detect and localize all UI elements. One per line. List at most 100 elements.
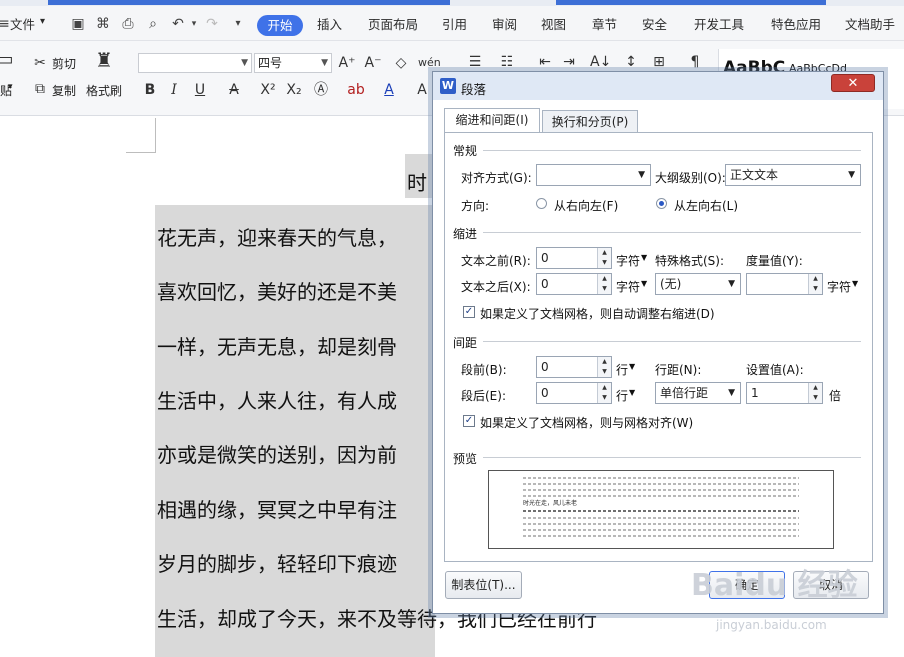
tab-developer[interactable]: 开发工具	[694, 14, 744, 33]
space-before-spinner[interactable]: 0 ▲ ▼	[536, 356, 612, 378]
shrink-font-icon[interactable]: A⁻	[364, 54, 382, 72]
auto-right-indent-label[interactable]: 如果定义了文档网格，则自动调整右缩进(D)	[480, 305, 715, 322]
alignment-select[interactable]: ▼	[536, 164, 651, 186]
doc-paragraph-line[interactable]: 亦或是微笑的送别，因为前	[157, 439, 397, 468]
show-marks-icon[interactable]: ¶	[686, 53, 704, 71]
decrease-indent-icon[interactable]: ⇤	[536, 53, 554, 71]
spin-down-icon[interactable]: ▼	[598, 284, 611, 294]
chevron-down-icon[interactable]: ▼	[852, 279, 858, 288]
spinner-buttons[interactable]: ▲ ▼	[597, 248, 611, 268]
customize-icon[interactable]: ▾	[230, 16, 246, 32]
spin-down-icon[interactable]: ▼	[809, 393, 822, 403]
font-color-icon[interactable]: A	[380, 81, 398, 99]
rtl-label[interactable]: 从右向左(F)	[554, 197, 618, 214]
space-before-unit[interactable]: 行	[616, 361, 628, 378]
char-border-icon[interactable]: A	[414, 81, 430, 99]
save-icon[interactable]: ▣	[70, 16, 86, 32]
spin-down-icon[interactable]: ▼	[598, 258, 611, 268]
indent-after-spinner[interactable]: 0 ▲ ▼	[536, 273, 612, 295]
spinner-buttons[interactable]: ▲ ▼	[597, 383, 611, 403]
spin-down-icon[interactable]: ▼	[809, 284, 822, 294]
file-menu[interactable]: 文件	[10, 14, 35, 33]
copy-button[interactable]: 复制	[52, 82, 76, 99]
tab-insert[interactable]: 插入	[317, 14, 342, 33]
print-preview-icon[interactable]: ⌕	[145, 16, 161, 32]
bold-icon[interactable]: B	[142, 81, 158, 99]
doc-paragraph-line[interactable]: 一样，无声无息，却是刻骨	[157, 331, 397, 360]
space-after-unit[interactable]: 行	[616, 387, 628, 404]
format-icon[interactable]: ⌘	[95, 16, 111, 32]
redo-icon[interactable]: ↷	[204, 16, 220, 32]
doc-paragraph-line[interactable]: 岁月的脚步，轻轻印下痕迹	[157, 548, 397, 577]
tab-home[interactable]: 开始	[257, 15, 303, 36]
tab-line-page-breaks[interactable]: 换行和分页(P)	[542, 110, 638, 132]
paste-icon[interactable]: ▭	[0, 51, 14, 69]
spin-down-icon[interactable]: ▼	[598, 393, 611, 403]
tab-doc-assistant[interactable]: 文档助手	[845, 14, 895, 33]
tab-references[interactable]: 引用	[442, 14, 467, 33]
auto-right-indent-checkbox[interactable]: ✓	[463, 306, 475, 318]
font-name-combo[interactable]: ▼	[138, 53, 252, 73]
doc-title[interactable]: 时	[407, 167, 427, 196]
format-painter-button[interactable]: 格式刷	[86, 82, 122, 99]
tab-view[interactable]: 视图	[541, 14, 566, 33]
underline-icon[interactable]: U	[192, 81, 208, 99]
tab-indent-spacing[interactable]: 缩进和间距(I)	[444, 108, 540, 132]
spinner-buttons[interactable]: ▲ ▼	[597, 274, 611, 294]
spin-down-icon[interactable]: ▼	[598, 367, 611, 377]
close-button[interactable]: ✕	[831, 74, 875, 92]
spinner-buttons[interactable]: ▲ ▼	[597, 357, 611, 377]
increase-indent-icon[interactable]: ⇥	[560, 53, 578, 71]
italic-icon[interactable]: I	[166, 81, 182, 99]
line-spacing-select[interactable]: 单倍行距 ▼	[655, 382, 741, 404]
tab-stops-button[interactable]: 制表位(T)...	[445, 571, 522, 599]
indent-after-unit[interactable]: 字符	[616, 278, 640, 295]
spin-up-icon[interactable]: ▲	[598, 248, 611, 258]
font-size-combo[interactable]: 四号 ▼	[254, 53, 332, 73]
spin-up-icon[interactable]: ▲	[598, 274, 611, 284]
measure-spinner[interactable]: ▲ ▼	[746, 273, 823, 295]
cut-button[interactable]: 剪切	[52, 55, 76, 72]
snap-to-grid-label[interactable]: 如果定义了文档网格，则与网格对齐(W)	[480, 414, 693, 431]
outline-level-select[interactable]: 正文文本 ▼	[725, 164, 861, 186]
chevron-down-icon[interactable]: ▼	[641, 253, 647, 262]
indent-before-spinner[interactable]: 0 ▲ ▼	[536, 247, 612, 269]
bullets-icon[interactable]: ☰	[466, 53, 484, 71]
snap-to-grid-checkbox[interactable]: ✓	[463, 415, 475, 427]
numbering-icon[interactable]: ☷	[498, 53, 516, 71]
subscript-icon[interactable]: X₂	[284, 81, 304, 99]
tab-page-layout[interactable]: 页面布局	[368, 14, 418, 33]
undo-icon[interactable]: ↶	[170, 16, 186, 32]
spin-up-icon[interactable]: ▲	[809, 274, 822, 284]
measure-unit[interactable]: 字符	[827, 278, 851, 295]
line-spacing-icon[interactable]: ↕	[622, 53, 640, 71]
table-icon[interactable]: ⊞	[650, 53, 668, 71]
tab-chapter[interactable]: 章节	[592, 14, 617, 33]
spin-up-icon[interactable]: ▲	[598, 357, 611, 367]
undo-dropdown-icon[interactable]: ▾	[186, 16, 202, 32]
paste-dropdown-icon[interactable]: ▾	[8, 82, 13, 92]
tab-security[interactable]: 安全	[642, 14, 667, 33]
rtl-radio[interactable]	[536, 198, 547, 209]
tab-review[interactable]: 审阅	[492, 14, 517, 33]
chevron-down-icon[interactable]: ▼	[641, 279, 647, 288]
doc-paragraph-line[interactable]: 花无声，迎来春天的气息，	[157, 222, 397, 251]
doc-paragraph-line[interactable]: 相遇的缘，冥冥之中早有注	[157, 494, 397, 523]
clear-format-icon[interactable]: ◇	[392, 54, 410, 72]
doc-paragraph-line[interactable]: 喜欢回忆，美好的还是不美	[157, 276, 397, 305]
chevron-down-icon[interactable]: ▼	[629, 388, 635, 397]
superscript-icon[interactable]: X²	[258, 81, 278, 99]
grow-font-icon[interactable]: A⁺	[338, 54, 356, 72]
sort-icon[interactable]: A↓	[590, 53, 611, 71]
strikethrough-icon[interactable]: A	[226, 81, 242, 99]
space-after-spinner[interactable]: 0 ▲ ▼	[536, 382, 612, 404]
doc-paragraph-line[interactable]: 生活中，人来人往，有人成	[157, 385, 397, 414]
spin-up-icon[interactable]: ▲	[598, 383, 611, 393]
setting-value-spinner[interactable]: 1 ▲ ▼	[746, 382, 823, 404]
print-icon[interactable]: ⎙	[120, 16, 136, 32]
text-effect-icon[interactable]: Ⓐ	[312, 81, 330, 99]
chevron-down-icon[interactable]: ▼	[629, 362, 635, 371]
highlight-icon[interactable]: ab	[346, 81, 366, 99]
phonetic-icon[interactable]: wén	[418, 54, 441, 72]
dialog-title-bar[interactable]: W 段落 ✕	[433, 72, 883, 100]
